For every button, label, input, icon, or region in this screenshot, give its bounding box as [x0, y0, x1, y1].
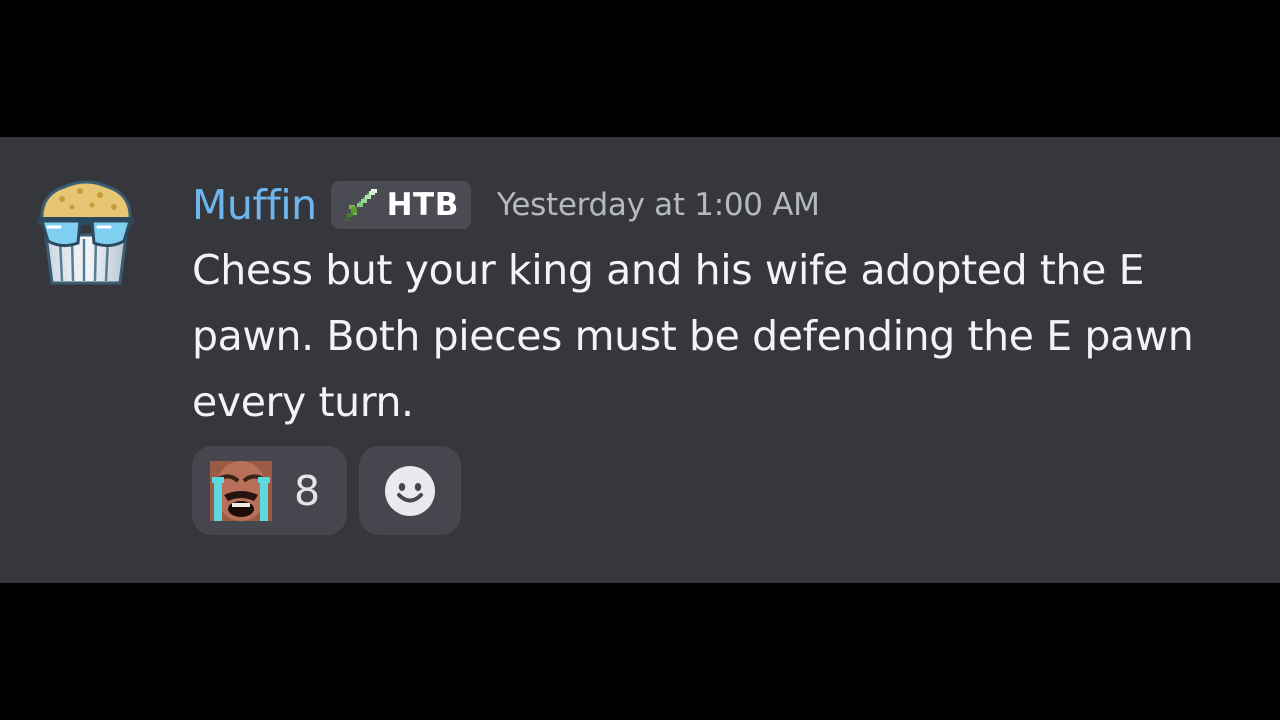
avatar[interactable]: [34, 177, 138, 289]
add-reaction-button[interactable]: [359, 446, 461, 535]
message-content: Chess but your king and his wife adopted…: [192, 246, 1194, 426]
screen: Muffin HTB Yesterday at 1:00 AM Chess bu…: [0, 0, 1280, 720]
message-header: Muffin HTB Yesterday at 1:00 AM: [192, 179, 820, 231]
reaction-count: 8: [294, 466, 321, 515]
reaction-crying[interactable]: 8: [192, 446, 347, 535]
username[interactable]: Muffin: [192, 179, 317, 231]
pixel-sword-icon: [344, 189, 377, 221]
chat-message: Muffin HTB Yesterday at 1:00 AM Chess bu…: [0, 137, 1280, 583]
crying-face-emoji: [210, 460, 272, 521]
timestamp[interactable]: Yesterday at 1:00 AM: [497, 187, 820, 223]
reactions-bar: 8: [192, 446, 461, 535]
role-tag[interactable]: HTB: [330, 181, 471, 229]
role-tag-label: HTB: [386, 187, 459, 223]
smile-icon: [385, 465, 435, 516]
